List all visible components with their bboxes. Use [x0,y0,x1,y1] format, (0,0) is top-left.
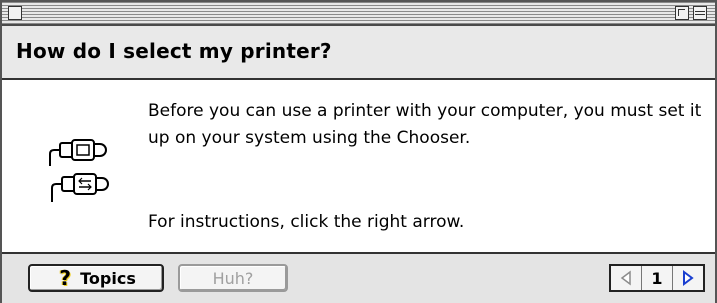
page-navigator: 1 [609,264,705,292]
question-mark-icon: ? [59,266,71,290]
help-header: How do I select my printer? [2,26,715,80]
page-number: 1 [642,266,673,290]
topics-button-label: Topics [80,268,136,288]
close-box[interactable] [8,6,22,20]
next-page-button[interactable] [673,266,703,290]
help-paragraph-2: For instructions, click the right arrow. [148,212,465,232]
help-content: Before you can use a printer with your c… [2,80,715,250]
huh-button[interactable]: Huh? [178,264,288,292]
help-toolbar: ? Topics Huh? 1 [2,252,715,303]
collapse-box[interactable] [693,6,707,20]
title-bar[interactable] [2,2,715,26]
previous-page-button[interactable] [611,266,642,290]
printer-cables-icon [42,130,122,210]
huh-button-label: Huh? [212,268,254,288]
zoom-box[interactable] [675,6,689,20]
left-arrow-icon [620,270,631,286]
right-arrow-icon [683,270,694,286]
help-window: How do I select my printer? Before you c… [0,0,717,303]
help-paragraph-1: Before you can use a printer with your c… [148,101,702,148]
topics-button[interactable]: ? Topics [28,264,164,292]
help-question-title: How do I select my printer? [16,39,332,63]
